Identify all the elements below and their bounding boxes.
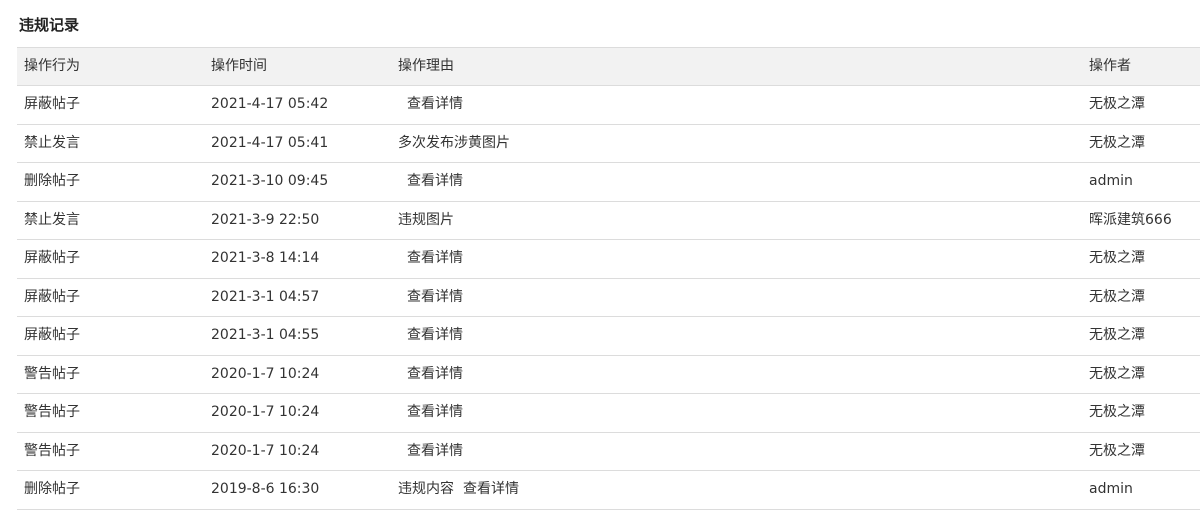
time-cell: 2020-1-7 10:24 (211, 404, 320, 420)
violation-records-table: 操作行为 操作时间 操作理由 操作者 屏蔽帖子 2021-4-17 05:42 查看… (17, 47, 1200, 510)
table-row: 警告帖子 2020-1-7 10:24 查看详情 无极之潭 (17, 433, 1200, 471)
operator-cell: 无极之潭 (1089, 288, 1145, 305)
table-row: 警告帖子 2020-1-7 10:24 查看详情 无极之潭 (17, 356, 1200, 394)
operator-cell: admin (1089, 481, 1133, 497)
time-cell: 2021-4-17 05:42 (211, 96, 329, 112)
time-cell: 2019-8-6 16:30 (211, 481, 320, 497)
view-details-link[interactable]: 查看详情 (407, 96, 463, 112)
column-header-action: 操作行为 (24, 58, 80, 74)
reason-cell: 违规图片 (398, 202, 463, 240)
view-details-link[interactable]: 查看详情 (407, 327, 463, 343)
reason-cell: 查看详情 (398, 433, 463, 471)
reason-text: 违规图片 (398, 211, 454, 228)
action-cell: 禁止发言 (24, 134, 80, 151)
operator-cell: 晖派建筑666 (1089, 211, 1172, 228)
operator-cell: 无极之潭 (1089, 96, 1145, 112)
view-details-link[interactable]: 查看详情 (407, 289, 463, 305)
column-header-operator: 操作者 (1089, 58, 1131, 74)
table-row: 警告帖子 2020-1-7 10:24 查看详情 无极之潭 (17, 394, 1200, 433)
operator-cell: admin (1089, 173, 1133, 189)
reason-cell: 查看详情 (398, 279, 463, 317)
page-title: 违规记录 (19, 16, 80, 34)
reason-cell: 查看详情 (398, 240, 463, 278)
time-cell: 2021-3-9 22:50 (211, 211, 320, 228)
table-row: 禁止发言 2021-4-17 05:41 多次发布涉黄图片 无极之潭 (17, 125, 1200, 163)
reason-cell: 查看详情 (398, 86, 463, 124)
reason-text: 多次发布涉黄图片 (398, 134, 510, 151)
time-cell: 2021-3-10 09:45 (211, 173, 329, 189)
operator-cell: 无极之潭 (1089, 134, 1145, 151)
time-cell: 2020-1-7 10:24 (211, 442, 320, 459)
table-row: 禁止发言 2021-3-9 22:50 违规图片 晖派建筑666 (17, 202, 1200, 240)
view-details-link[interactable]: 查看详情 (407, 443, 463, 459)
time-cell: 2020-1-7 10:24 (211, 365, 320, 382)
operator-cell: 无极之潭 (1089, 365, 1145, 382)
action-cell: 删除帖子 (24, 173, 80, 189)
reason-cell: 查看详情 (398, 356, 463, 394)
reason-cell: 违规内容 查看详情 (398, 471, 519, 509)
view-details-link[interactable]: 查看详情 (407, 173, 463, 189)
reason-cell: 查看详情 (398, 163, 463, 201)
column-header-reason: 操作理由 (398, 58, 454, 74)
time-cell: 2021-4-17 05:41 (211, 134, 329, 151)
time-cell: 2021-3-8 14:14 (211, 250, 320, 266)
reason-cell: 多次发布涉黄图片 (398, 125, 519, 163)
view-details-link[interactable]: 查看详情 (463, 481, 519, 497)
table-row: 屏蔽帖子 2021-3-1 04:55 查看详情 无极之潭 (17, 317, 1200, 356)
reason-cell: 查看详情 (398, 317, 463, 355)
reason-cell: 查看详情 (398, 394, 463, 432)
table-body: 屏蔽帖子 2021-4-17 05:42 查看详情 无极之潭 禁止发言 2021-4-17… (17, 86, 1200, 510)
operator-cell: 无极之潭 (1089, 250, 1145, 266)
table-row: 删除帖子 2019-8-6 16:30 违规内容 查看详情 admin (17, 471, 1200, 510)
action-cell: 屏蔽帖子 (24, 288, 80, 305)
action-cell: 删除帖子 (24, 481, 80, 497)
time-cell: 2021-3-1 04:55 (211, 327, 320, 343)
action-cell: 警告帖子 (24, 442, 80, 459)
view-details-link[interactable]: 查看详情 (407, 250, 463, 266)
table-row: 屏蔽帖子 2021-4-17 05:42 查看详情 无极之潭 (17, 86, 1200, 125)
operator-cell: 无极之潭 (1089, 404, 1145, 420)
view-details-link[interactable]: 查看详情 (407, 366, 463, 382)
action-cell: 警告帖子 (24, 404, 80, 420)
operator-cell: 无极之潭 (1089, 442, 1145, 459)
action-cell: 屏蔽帖子 (24, 96, 80, 112)
action-cell: 屏蔽帖子 (24, 250, 80, 266)
table-row: 屏蔽帖子 2021-3-1 04:57 查看详情 无极之潭 (17, 279, 1200, 317)
view-details-link[interactable]: 查看详情 (407, 404, 463, 420)
action-cell: 禁止发言 (24, 211, 80, 228)
table-row: 删除帖子 2021-3-10 09:45 查看详情 admin (17, 163, 1200, 202)
action-cell: 屏蔽帖子 (24, 327, 80, 343)
reason-text: 违规内容 (398, 481, 454, 497)
operator-cell: 无极之潭 (1089, 327, 1145, 343)
table-header: 操作行为 操作时间 操作理由 操作者 (17, 48, 1200, 86)
table-row: 屏蔽帖子 2021-3-8 14:14 查看详情 无极之潭 (17, 240, 1200, 279)
action-cell: 警告帖子 (24, 365, 80, 382)
time-cell: 2021-3-1 04:57 (211, 288, 320, 305)
column-header-time: 操作时间 (211, 58, 267, 74)
